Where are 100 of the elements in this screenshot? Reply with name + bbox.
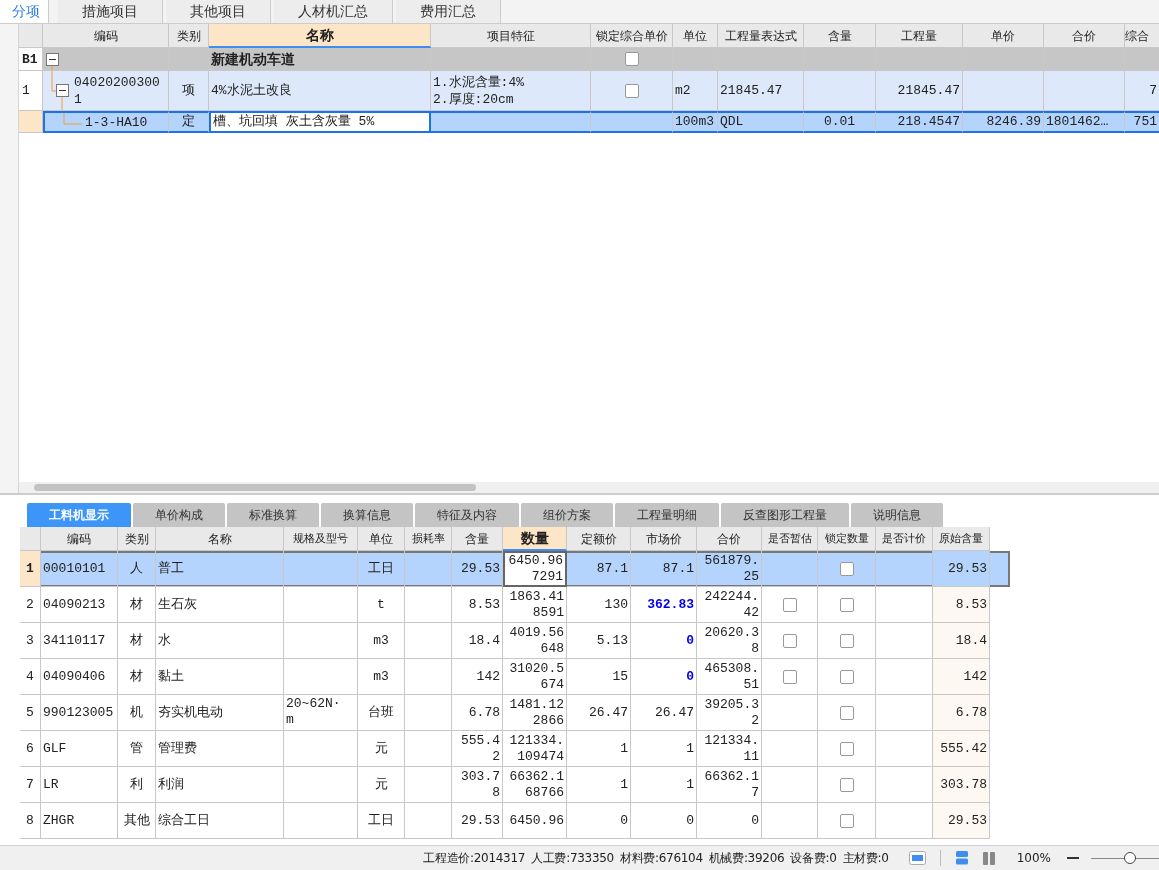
checkbox[interactable] [839,741,854,756]
checkbox[interactable] [839,813,854,828]
column-header[interactable]: 工程量表达式 [718,24,804,48]
single-view-icon[interactable] [954,851,969,865]
content-text: 29.53 [461,560,500,577]
column-header[interactable]: 锁定数量 [818,527,876,551]
detail-tab[interactable]: 换算信息 [321,503,413,527]
column-header[interactable]: 项目特征 [431,24,591,48]
zoom-out-icon[interactable] [1067,856,1079,860]
checkbox[interactable] [782,597,797,612]
table-row[interactable]: B1 新建机动车道 [19,48,1159,71]
market-price-text: 0 [686,668,694,685]
detail-tab[interactable]: 标准换算 [227,503,319,527]
table-row[interactable]: 8 ZHGR 其他 综合工日 工日 29.53 6450.96 0 0 0 29.53 [20,803,1010,839]
status-total: 工程造价:2014317 [423,849,526,867]
name-text: 综合工日 [158,812,210,829]
column-header[interactable]: 单位 [358,527,405,551]
column-header[interactable]: 损耗率 [405,527,452,551]
status-total: 材料费:676104 [619,849,703,867]
quota-price-text: 0 [620,812,628,829]
checkbox[interactable] [782,633,797,648]
column-header[interactable]: 工程量 [876,24,963,48]
table-row[interactable]: 1 040202003001 项 4%水泥土改良 1.水泥含量:4% 2.厚度:20cm m2 21845.47 21845.47 7 [19,71,1159,111]
content-text: 142 [475,668,500,685]
code-text: ZHGR [43,812,75,829]
module-tab[interactable]: 措施项目 [58,0,163,23]
split-view-icon[interactable] [982,851,995,865]
module-tab[interactable]: 人材机汇总 [274,0,393,23]
checkbox[interactable] [839,705,854,720]
content-text: 8.53 [467,596,500,613]
column-header[interactable]: 编码 [41,527,118,551]
content-text: 18.4 [467,632,500,649]
type-text: 人 [130,560,143,577]
panel-icon[interactable] [908,851,926,865]
name-text: 槽、坑回填 灰土含灰量 5% [213,114,375,130]
type-text: 材 [130,596,143,613]
column-header[interactable]: 规格及型号 [284,527,358,551]
type-text: 机 [130,704,143,721]
detail-tab[interactable]: 说明信息 [851,503,943,527]
unit-text: m3 [373,668,389,685]
quota-price-text: 1 [620,740,628,757]
column-header[interactable]: 合价 [697,527,762,551]
amount-text: 7 [1149,82,1157,99]
type-text: 项 [182,82,195,99]
expression-text: QDL [720,114,744,130]
column-header[interactable]: 定额价 [567,527,631,551]
horizontal-scrollbar[interactable] [19,482,1159,493]
column-header[interactable]: 是否暂估 [762,527,818,551]
checkbox[interactable] [839,633,854,648]
column-header[interactable]: 综合 [1125,24,1159,48]
detail-tab[interactable]: 组价方案 [521,503,613,527]
original-content-text: 29.53 [948,560,987,577]
column-header[interactable]: 是否计价 [876,527,933,551]
module-tab[interactable]: 分项 [0,0,49,23]
column-header[interactable]: 单价 [963,24,1044,48]
checkbox[interactable] [839,561,854,576]
column-header[interactable]: 原始含量 [933,527,990,551]
status-total: 机械费:39206 [708,849,785,867]
row-number: 7 [26,776,34,793]
checkbox[interactable] [839,777,854,792]
total-text: 0 [750,812,759,829]
column-header[interactable]: 合价 [1044,24,1125,48]
collapse-button[interactable] [46,52,59,66]
detail-tab[interactable]: 特征及内容 [415,503,519,527]
code-text: GLF [43,740,67,757]
content-text: 29.53 [461,812,500,829]
quantity-text: 66362.168766 [509,768,564,801]
column-header[interactable]: 单位 [673,24,718,48]
column-header[interactable]: 锁定综合单价 [591,24,673,48]
column-header[interactable]: 类别 [118,527,156,551]
original-content-text: 6.78 [955,704,987,721]
row-number: 5 [26,704,34,721]
checkbox[interactable] [839,669,854,684]
total-text: 561879.25 [704,552,759,585]
table-row[interactable]: 1-3-HA10 定 槽、坑回填 灰土含灰量 5% 100m3 QDL 0.01 218.4547 8246.39 1801462… 751 [19,111,1159,133]
row-number: 8 [26,812,34,829]
checkbox[interactable] [839,597,854,612]
detail-tab[interactable]: 工程量明细 [615,503,719,527]
module-tab[interactable]: 费用汇总 [396,0,501,23]
code-text: 1-3-HA10 [85,113,149,131]
type-text: 定 [182,114,195,130]
checkbox[interactable] [624,83,639,98]
detail-tab[interactable]: 反查图形工程量 [721,503,849,527]
slider-thumb[interactable] [1123,852,1136,864]
column-header[interactable]: 数量 [503,527,567,551]
column-header[interactable]: 类别 [169,24,209,48]
column-header[interactable]: 编码 [43,24,169,48]
module-tab[interactable]: 其他项目 [166,0,271,23]
column-header[interactable]: 名称 [209,24,431,48]
column-header[interactable]: 市场价 [631,527,697,551]
quantity-text: 21845.47 [897,82,960,99]
column-header[interactable]: 含量 [804,24,876,48]
checkbox[interactable] [782,669,797,684]
content-text: 555.42 [461,732,500,765]
detail-tab[interactable]: 单价构成 [133,503,225,527]
column-header[interactable]: 名称 [156,527,284,551]
collapse-button[interactable] [56,84,69,97]
column-header[interactable]: 含量 [452,527,503,551]
quota-price-text: 87.1 [596,560,628,577]
checkbox[interactable] [624,52,639,66]
